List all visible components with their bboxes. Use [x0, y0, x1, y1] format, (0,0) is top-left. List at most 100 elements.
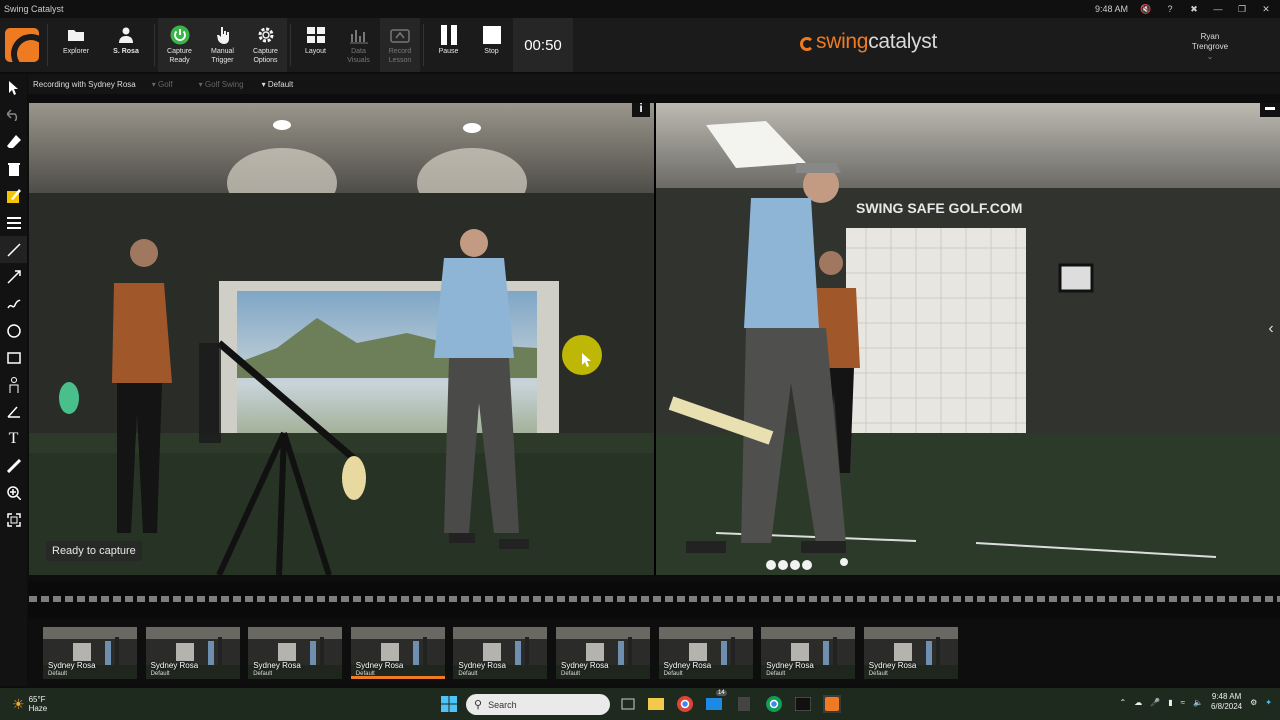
file-explorer-icon[interactable]: [647, 695, 665, 713]
capture-thumbnail[interactable]: Sydney Rosa Default: [556, 627, 650, 679]
copilot-icon[interactable]: ✦: [1265, 698, 1272, 707]
thumbnail-subtitle: Default: [766, 671, 786, 677]
record-lesson-button[interactable]: Record Lesson: [380, 18, 420, 72]
manual-trigger-button[interactable]: Manual Trigger: [201, 18, 244, 72]
cloud-icon[interactable]: ☁: [1134, 698, 1142, 707]
info-icon[interactable]: i: [632, 103, 650, 117]
capture-ready-button[interactable]: Capture Ready: [158, 18, 201, 72]
preset-dropdown[interactable]: ▾ Default: [262, 80, 294, 89]
swing-catalyst-taskbar-icon[interactable]: [823, 695, 841, 713]
line-weight-icon[interactable]: [0, 209, 27, 236]
body-outline-icon[interactable]: [0, 371, 27, 398]
close-icon[interactable]: ✕: [1260, 4, 1272, 15]
person-icon: [119, 25, 133, 45]
maximize-icon[interactable]: ❐: [1236, 4, 1248, 15]
capture-thumbnail[interactable]: Sydney Rosa Default: [658, 627, 753, 679]
capture-thumbnail[interactable]: Sydney Rosa Default: [145, 627, 240, 679]
timeline-track: [29, 596, 1280, 602]
mute-icon[interactable]: 🔇: [1140, 4, 1152, 15]
battery-icon[interactable]: ▮: [1168, 698, 1172, 707]
capture-status-pill: Ready to capture: [46, 541, 142, 561]
calculator-icon[interactable]: [735, 695, 753, 713]
app-menu-button[interactable]: [0, 18, 44, 72]
layout-grid-icon: [306, 25, 325, 45]
capture-thumbnail[interactable]: Sydney Rosa Default: [43, 627, 137, 679]
wifi-icon[interactable]: ≈: [1181, 698, 1185, 707]
bar-chart-icon: [349, 25, 368, 45]
chevron-left-icon[interactable]: ‹: [1264, 317, 1278, 341]
thumbnail-title: Sydney Rosa: [355, 661, 404, 670]
capture-thumbnail[interactable]: Sydney Rosa Default: [761, 627, 856, 679]
camera-view-face-on[interactable]: Ready to capture i: [29, 103, 654, 575]
capture-thumbnail[interactable]: Sydney Rosa Default: [453, 627, 548, 679]
chrome-icon[interactable]: [676, 695, 694, 713]
minimize-icon[interactable]: —: [1212, 4, 1224, 14]
line-tool-icon[interactable]: [0, 236, 27, 263]
explorer-button[interactable]: Explorer: [51, 18, 101, 72]
stop-icon: [482, 25, 501, 45]
mail-badge: 14: [716, 690, 727, 696]
camera-view-down-the-line[interactable]: SWING SAFE GOLF.COM ▬ ‹: [656, 103, 1280, 575]
capture-thumbnail[interactable]: Sydney Rosa Default: [350, 627, 445, 679]
eraser-icon[interactable]: [0, 128, 27, 155]
notification-icon[interactable]: ⚙: [1250, 698, 1257, 707]
capture-options-button[interactable]: Capture Options: [244, 18, 287, 72]
undo-icon[interactable]: [0, 101, 27, 128]
thumbnail-title: Sydney Rosa: [766, 661, 814, 670]
chrome-profile-icon[interactable]: [765, 695, 783, 713]
capture-timeline[interactable]: [29, 582, 1280, 618]
layout-button[interactable]: Layout: [294, 18, 337, 72]
session-bar: Recording with Sydney Rosa ▾ Golf ▾ Golf…: [28, 74, 1280, 94]
capture-thumbnail[interactable]: Sydney Rosa Default: [863, 627, 958, 679]
search-icon: ⚲: [474, 699, 483, 711]
volume-icon[interactable]: 🔈: [1193, 698, 1203, 707]
chevron-up-icon[interactable]: ⌃: [1120, 698, 1127, 707]
camera-menu-icon[interactable]: ▬: [1260, 103, 1280, 117]
angle-icon[interactable]: [0, 398, 27, 425]
weather-widget[interactable]: ☀ 65°F Haze: [0, 695, 47, 713]
titlebar-clock: 9:48 AM: [1094, 4, 1128, 14]
activity-dropdown[interactable]: ▾ Golf Swing: [199, 80, 244, 89]
terminal-icon[interactable]: [794, 695, 812, 713]
zoom-icon[interactable]: [0, 479, 27, 506]
stop-button[interactable]: Stop: [470, 18, 513, 72]
data-visuals-button[interactable]: Data Visuals: [337, 18, 380, 72]
ruler-icon[interactable]: [0, 452, 27, 479]
select-cursor-icon[interactable]: [0, 74, 27, 101]
thumbnail-subtitle: Default: [253, 671, 273, 677]
capture-thumbnail[interactable]: Sydney Rosa Default: [248, 627, 343, 679]
trash-icon[interactable]: [0, 155, 27, 182]
pause-button[interactable]: Pause: [427, 18, 470, 72]
user-menu[interactable]: Ryan Trengrove ⌄: [1182, 32, 1238, 62]
freehand-icon[interactable]: [0, 290, 27, 317]
start-icon[interactable]: [440, 695, 458, 713]
taskbar-clock[interactable]: 9:48 AM 6/8/2024: [1211, 692, 1242, 712]
circle-icon[interactable]: [0, 317, 27, 344]
mail-icon[interactable]: 14: [705, 690, 727, 713]
record-lesson-icon: [390, 25, 410, 45]
help-icon[interactable]: ?: [1164, 4, 1176, 14]
power-icon: [170, 25, 190, 45]
folder-icon: [67, 25, 85, 45]
student-button[interactable]: S. Rosa: [101, 18, 151, 72]
microphone-icon[interactable]: 🎤: [1150, 698, 1160, 707]
thumbnail-title: Sydney Rosa: [561, 661, 609, 670]
restore-icon[interactable]: ✖: [1188, 4, 1200, 15]
camera-1-feed: [29, 103, 654, 575]
thumbnail-title: Sydney Rosa: [663, 661, 712, 670]
gear-icon: [257, 25, 275, 45]
camera-2-feed: SWING SAFE GOLF.COM: [656, 103, 1280, 575]
thumbnail-subtitle: Default: [663, 671, 683, 677]
rectangle-icon[interactable]: [0, 344, 27, 371]
highlighter-icon[interactable]: [0, 182, 27, 209]
taskbar-search-input[interactable]: ⚲ Search: [466, 694, 610, 715]
arrow-line-icon[interactable]: [0, 263, 27, 290]
video-viewer: Ready to capture i SWING SAFE GOLF.COM ▬…: [29, 103, 1280, 575]
thumbnail-subtitle: Default: [48, 671, 68, 677]
fit-screen-icon[interactable]: [0, 506, 27, 533]
brand-logo: swing catalyst: [800, 30, 937, 54]
text-tool-icon[interactable]: T: [0, 425, 27, 452]
task-view-icon[interactable]: [619, 695, 637, 713]
thumbnail-subtitle: Default: [458, 671, 478, 677]
sport-dropdown[interactable]: ▾ Golf: [152, 80, 173, 89]
